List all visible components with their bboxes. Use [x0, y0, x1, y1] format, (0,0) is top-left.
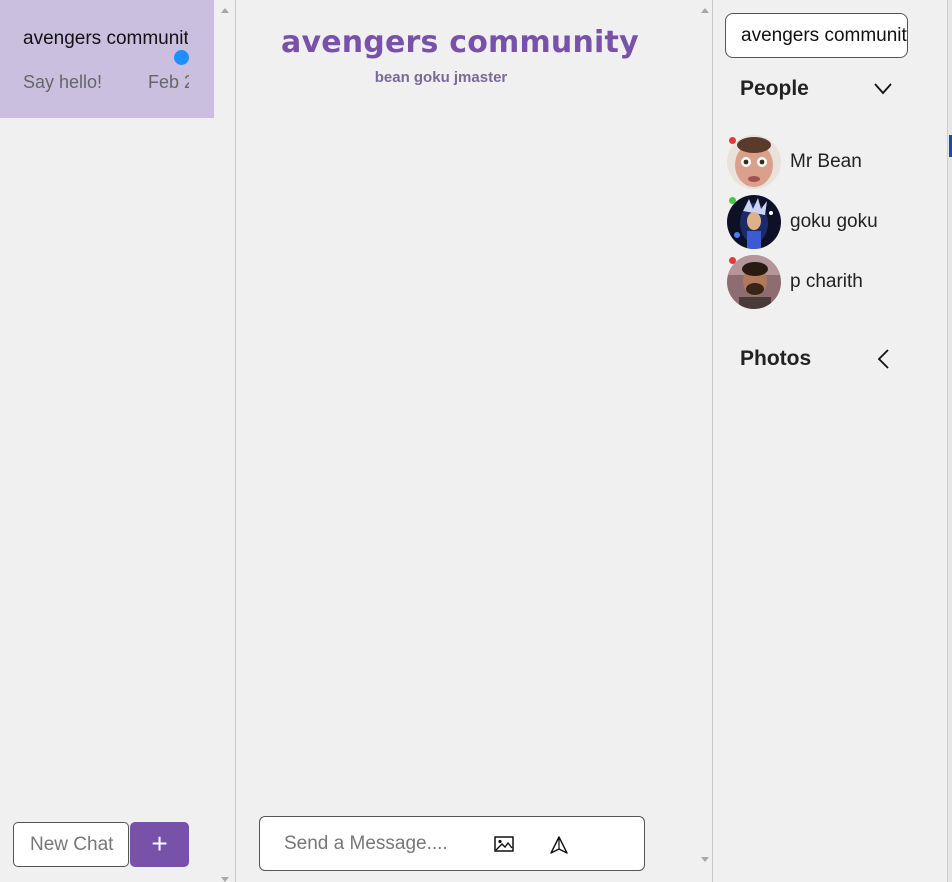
chat-list-scrollbar[interactable] [218, 0, 232, 882]
settings-chat-title[interactable]: avengers community [725, 13, 908, 58]
person-row[interactable]: p charith [727, 255, 927, 311]
new-chat-input[interactable]: New Chat [13, 822, 129, 867]
settings-scrollbar[interactable] [947, 0, 952, 882]
avatar [727, 135, 781, 189]
people-label: People [740, 77, 809, 100]
person-name: goku goku [790, 211, 878, 232]
unread-dot [174, 50, 189, 65]
chat-feed-scrollbar[interactable] [698, 0, 712, 882]
person-row[interactable]: goku goku [727, 195, 927, 251]
send-icon[interactable] [550, 836, 568, 854]
new-chat-button[interactable]: + [130, 822, 189, 867]
image-upload-icon[interactable] [494, 836, 514, 852]
chat-settings-panel: avengers community People Mr Bean goku g… [713, 0, 952, 882]
chat-title: avengers community [281, 25, 639, 60]
chevron-left-icon[interactable] [877, 349, 889, 369]
message-composer: Send a Message.... [259, 816, 645, 871]
status-dot [729, 257, 736, 264]
scroll-up-icon[interactable] [221, 8, 229, 13]
person-row[interactable]: Mr Bean [727, 135, 927, 191]
avatar [727, 195, 781, 249]
chat-card-title: avengers community [23, 28, 188, 49]
chat-card-preview: Say hello! [23, 72, 103, 92]
chat-list-panel: avengers community Say hello! Feb 2 New … [0, 0, 236, 882]
people-section-header[interactable]: People [740, 77, 895, 107]
chat-card-date: Feb 2 [148, 72, 189, 92]
photos-label: Photos [740, 347, 812, 370]
status-dot [729, 137, 736, 144]
status-dot [729, 197, 736, 204]
scroll-down-icon[interactable] [221, 877, 229, 882]
chat-card[interactable]: avengers community Say hello! Feb 2 [0, 0, 214, 118]
message-input[interactable]: Send a Message.... [284, 817, 448, 870]
chat-members: bean goku jmaster [374, 69, 508, 86]
photos-section-header[interactable]: Photos [740, 347, 895, 377]
person-name: p charith [790, 271, 863, 292]
chevron-down-icon[interactable] [874, 83, 892, 95]
chat-feed: avengers community bean goku jmaster Sen… [236, 0, 713, 882]
scroll-up-icon[interactable] [701, 8, 709, 13]
scroll-down-icon[interactable] [701, 857, 709, 862]
person-name: Mr Bean [790, 151, 862, 172]
avatar [727, 255, 781, 309]
